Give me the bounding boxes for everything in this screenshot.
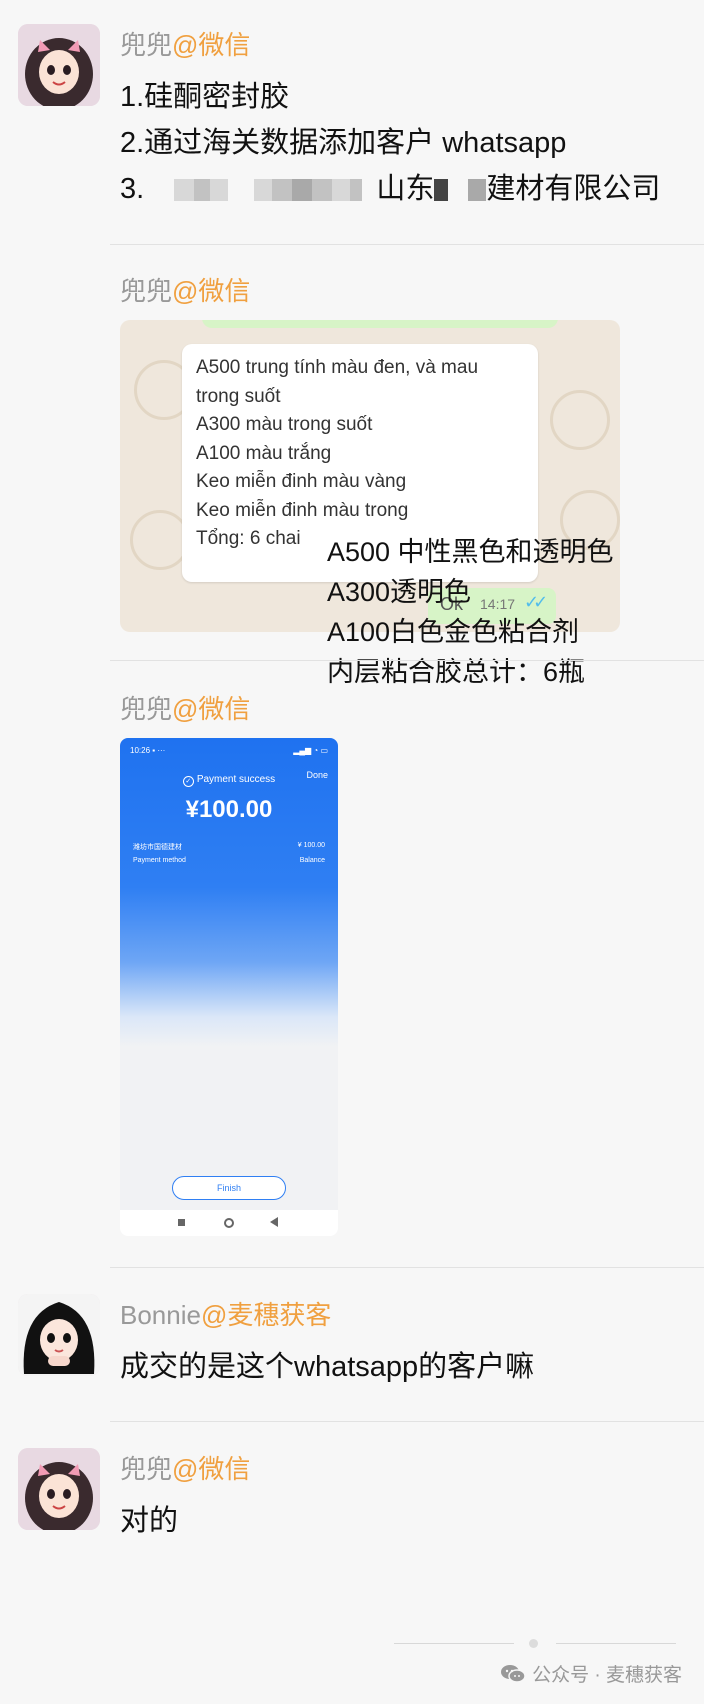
android-nav-bar (120, 1210, 338, 1236)
translation-overlay: A500 中性黑色和透明色 A300透明色 A100白色金色粘合剂 内层粘合胶总… (327, 532, 614, 692)
check-circle-icon: ✓ (182, 776, 194, 787)
translation-line: A100白色金色粘合剂 (327, 617, 580, 647)
translation-line: 内层粘合胶总计：6瓶 (327, 657, 586, 687)
sender-name: 兜兜@微信 (120, 30, 251, 60)
sender-source: @微信 (172, 694, 251, 724)
translation-line: A300透明色 (327, 577, 472, 607)
payment-amount: ¥100.00 (185, 796, 273, 823)
footer-label: 公众号 · 麦穗获客 (500, 1660, 682, 1690)
message-divider (110, 1267, 704, 1268)
chat-line: trong suốt (196, 385, 281, 407)
message-line: 1.硅酮密封胶 (120, 81, 290, 113)
footer-divider (556, 1643, 676, 1644)
recents-icon (178, 1219, 185, 1226)
sender-source: @麦穗获客 (200, 1300, 332, 1330)
message-divider (110, 1421, 704, 1422)
message-divider (110, 244, 704, 245)
wallpaper-doodle (550, 390, 610, 450)
sender-source: @微信 (172, 276, 251, 306)
chat-line: Keo miễn đinh màu trong (196, 499, 409, 521)
payment-screenshot[interactable]: 10:26 ▪ ··· ▂▄▆ ◔ ▭ Done ✓ Payment succes… (120, 738, 338, 1236)
payment-status: ✓ Payment success (120, 774, 338, 787)
back-icon (270, 1217, 278, 1227)
avatar[interactable] (18, 1294, 100, 1376)
message-line: 3. 山东 建材有限公司 (120, 173, 661, 205)
chat-line: Keo miễn đinh màu vàng (196, 471, 407, 492)
sender-source: @微信 (172, 30, 251, 60)
finish-button: Finish (172, 1176, 286, 1200)
avatar[interactable] (18, 1448, 100, 1530)
wechat-icon (500, 1664, 526, 1690)
chat-line: A100 màu trắng (196, 442, 332, 464)
translation-line: A500 中性黑色和透明色 (327, 537, 614, 567)
sender-name: 兜兜@微信 (120, 276, 251, 306)
sender-name: 兜兜@微信 (120, 694, 251, 724)
sender-name: 兜兜@微信 (120, 1454, 251, 1484)
footer-dot (529, 1639, 538, 1648)
chat-line: A500 trung tính màu đen, và mau (196, 357, 479, 378)
status-bar: 10:26 ▪ ··· ▂▄▆ ◔ ▭ (130, 746, 328, 755)
redacted-block (174, 173, 229, 205)
message-divider (110, 660, 704, 661)
avatar[interactable] (18, 24, 100, 106)
message-text: 成交的是这个whatsapp的客户嘛 (120, 1351, 535, 1383)
merchant-row: 潍坊市国德建材 ¥ 100.00 (133, 842, 325, 851)
sender-source: @微信 (172, 1454, 251, 1484)
home-icon (224, 1218, 234, 1228)
signal-battery-icon: ▂▄▆ ◔ ▭ (293, 746, 328, 755)
payment-method-row: Payment method Balance (133, 857, 325, 864)
wallpaper-doodle (130, 510, 190, 570)
redacted-block (434, 179, 449, 202)
chat-bubble-top (202, 320, 558, 328)
redacted-block (468, 179, 487, 202)
chat-line: A300 màu trong suốt (196, 414, 373, 435)
message-line: 2.通过海关数据添加客户 whatsapp (120, 127, 567, 159)
message-text: 对的 (120, 1505, 179, 1537)
sender-name: Bonnie@麦穗获客 (120, 1300, 332, 1330)
redacted-block (254, 173, 363, 205)
footer-divider (394, 1643, 514, 1644)
